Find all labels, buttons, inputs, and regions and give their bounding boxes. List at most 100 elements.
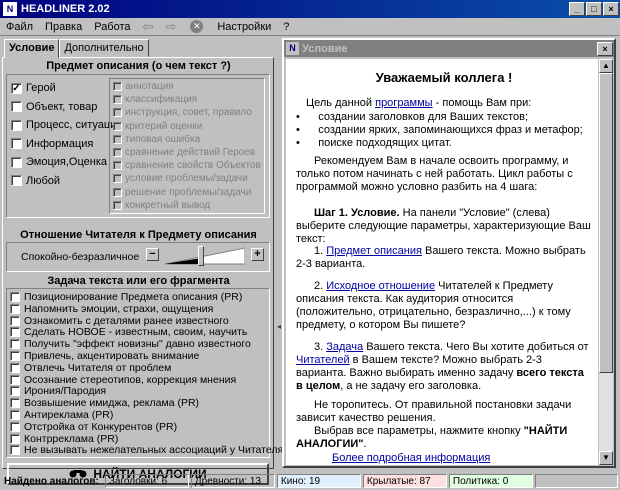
scroll-thumb[interactable] xyxy=(599,73,613,373)
checkbox[interactable] xyxy=(11,101,22,112)
task-option[interactable]: Осознание стереотипов, коррекция мнения xyxy=(10,374,236,386)
checkbox[interactable] xyxy=(113,134,122,144)
scroll-up-icon[interactable]: ▲ xyxy=(599,59,613,73)
tab-condition[interactable]: Условие xyxy=(4,39,60,58)
aspect-option[interactable]: сравнение действий Героев xyxy=(113,147,255,158)
task-option[interactable]: Позиционирование Предмета описания (PR) xyxy=(10,291,242,303)
aspect-label: критерий оценки xyxy=(125,120,203,132)
checkbox[interactable] xyxy=(113,148,122,157)
checkbox[interactable] xyxy=(10,421,20,432)
aspect-option[interactable]: критерий оценки xyxy=(113,121,202,132)
attitude-slider[interactable] xyxy=(164,246,246,266)
subject-option[interactable]: Любой xyxy=(11,175,60,187)
maximize-button[interactable]: □ xyxy=(586,2,602,16)
checkbox[interactable] xyxy=(11,119,22,131)
checkbox[interactable] xyxy=(10,292,20,302)
info-scrollbar[interactable]: ▲ ▼ xyxy=(599,59,613,465)
aspect-label: сравнение свойств Объектов xyxy=(125,160,261,172)
checkbox[interactable] xyxy=(113,108,122,118)
task-link[interactable]: Задача xyxy=(326,341,363,353)
bullet-item: • поиске подходящих цитат. xyxy=(296,137,592,150)
stop-icon[interactable]: ✕ xyxy=(190,20,204,33)
aspect-option[interactable]: инструкция, совет, правило xyxy=(113,107,252,118)
subject-link[interactable]: Предмет описания xyxy=(326,245,422,257)
task-option-label: Антиреклама (PR) xyxy=(24,409,114,421)
subject-option[interactable]: Информация xyxy=(11,138,93,150)
menu-bar: Файл Правка Работа ⇦ ⇨ ✕ Настройки ? xyxy=(0,18,620,36)
aspect-option[interactable]: решение проблемы/задачи xyxy=(113,187,251,198)
task-option[interactable]: Привлечь, акцентировать внимание xyxy=(10,350,199,362)
checkbox[interactable] xyxy=(113,200,122,210)
back-arrow-icon[interactable]: ⇦ xyxy=(137,19,160,35)
splitter-arrow-icon[interactable]: ◂ xyxy=(277,322,281,331)
task-option[interactable]: Возвышение имиджа, реклама (PR) xyxy=(10,397,199,409)
checkbox[interactable] xyxy=(10,351,20,361)
status-cinema: Кино: 19 xyxy=(276,474,361,488)
scroll-down-icon[interactable]: ▼ xyxy=(599,451,613,465)
checkbox[interactable] xyxy=(11,175,22,186)
forward-arrow-icon[interactable]: ⇨ xyxy=(159,19,182,35)
checkbox[interactable] xyxy=(11,138,22,149)
readers-link[interactable]: Читателей xyxy=(296,354,350,366)
task-option[interactable]: Напомнить эмоции, страхи, ощущения xyxy=(10,303,213,315)
subject-option[interactable]: Процесс, ситуация xyxy=(11,119,122,131)
checkbox[interactable] xyxy=(10,445,20,456)
menu-work[interactable]: Работа xyxy=(88,21,136,33)
info-close-button[interactable]: × xyxy=(597,41,613,56)
checkbox[interactable] xyxy=(11,156,22,168)
info-content: Уважаемый коллега ! Цель данной программ… xyxy=(286,59,598,465)
menu-settings[interactable]: Настройки xyxy=(211,21,277,33)
checkbox[interactable] xyxy=(113,174,122,184)
close-button[interactable]: × xyxy=(603,2,619,16)
task-option[interactable]: Ирония/Пародия xyxy=(10,385,106,397)
task-option[interactable]: Ознакомить с деталями ранее известного xyxy=(10,315,229,327)
checkbox[interactable] xyxy=(113,161,122,171)
checkbox[interactable] xyxy=(10,433,20,444)
aspect-option[interactable]: условие проблемы/задачи xyxy=(113,173,248,184)
subject-option[interactable]: ✓ Герой xyxy=(11,82,56,94)
aspect-option[interactable]: сравнение свойств Объектов xyxy=(113,160,261,171)
checkbox[interactable] xyxy=(113,95,122,105)
checkbox[interactable] xyxy=(10,362,20,373)
tab-additional[interactable]: Дополнительно xyxy=(59,39,149,57)
checkbox[interactable] xyxy=(10,303,20,314)
checkbox[interactable] xyxy=(10,315,20,326)
task-option[interactable]: Антиреклама (PR) xyxy=(10,409,113,421)
aspect-option[interactable]: классификация xyxy=(113,94,197,105)
task-option-label: Получить "эффект новизны" давно известно… xyxy=(24,338,251,351)
minimize-button[interactable]: _ xyxy=(569,2,585,16)
checkbox[interactable] xyxy=(10,386,20,397)
checkbox[interactable] xyxy=(10,410,20,420)
checkbox[interactable] xyxy=(10,327,20,338)
task-option[interactable]: Не вызывать нежелательных ассоциаций у Ч… xyxy=(10,444,283,456)
aspect-option[interactable]: конкретный вывод xyxy=(113,200,210,211)
checkbox[interactable] xyxy=(10,398,20,409)
task-option[interactable]: Получить "эффект новизны" давно известно… xyxy=(10,338,251,350)
subject-option[interactable]: Эмоция,Оценка xyxy=(11,156,107,168)
checkbox[interactable] xyxy=(113,82,122,91)
checkbox[interactable] xyxy=(113,121,122,131)
attitude-link[interactable]: Исходное отношение xyxy=(326,280,435,292)
aspect-option[interactable]: аннотация xyxy=(113,81,174,92)
decrease-button[interactable]: − xyxy=(146,248,159,261)
intro-b: - помощь Вам при: xyxy=(432,97,532,109)
intro-text: Цель данной программы - помощь Вам при: xyxy=(306,97,596,110)
menu-edit[interactable]: Правка xyxy=(39,21,88,33)
slider-thumb[interactable] xyxy=(198,246,205,266)
checkbox[interactable] xyxy=(10,374,20,385)
checkbox[interactable] xyxy=(10,339,20,350)
menu-file[interactable]: Файл xyxy=(0,21,39,33)
program-link[interactable]: программы xyxy=(375,97,432,109)
step1-text: Шаг 1. Условие. На панели "Условие" (сле… xyxy=(296,207,592,246)
menu-help[interactable]: ? xyxy=(277,21,295,33)
task-option[interactable]: Отстройка от Конкурентов (PR) xyxy=(10,421,177,433)
aspect-option[interactable]: типовая ошибка xyxy=(113,134,200,145)
checkbox[interactable]: ✓ xyxy=(11,82,22,94)
subject-option[interactable]: Объект, товар xyxy=(11,101,97,113)
more-info-link[interactable]: Более подробная информация xyxy=(332,452,490,464)
increase-button[interactable]: + xyxy=(251,248,264,261)
checkbox[interactable] xyxy=(113,187,122,197)
task-option[interactable]: Отвлечь Читателя от проблем xyxy=(10,362,171,374)
task-option[interactable]: Сделать НОВОЕ - известным, своим, научит… xyxy=(10,326,247,338)
task-option[interactable]: Контрреклама (PR) xyxy=(10,433,118,445)
